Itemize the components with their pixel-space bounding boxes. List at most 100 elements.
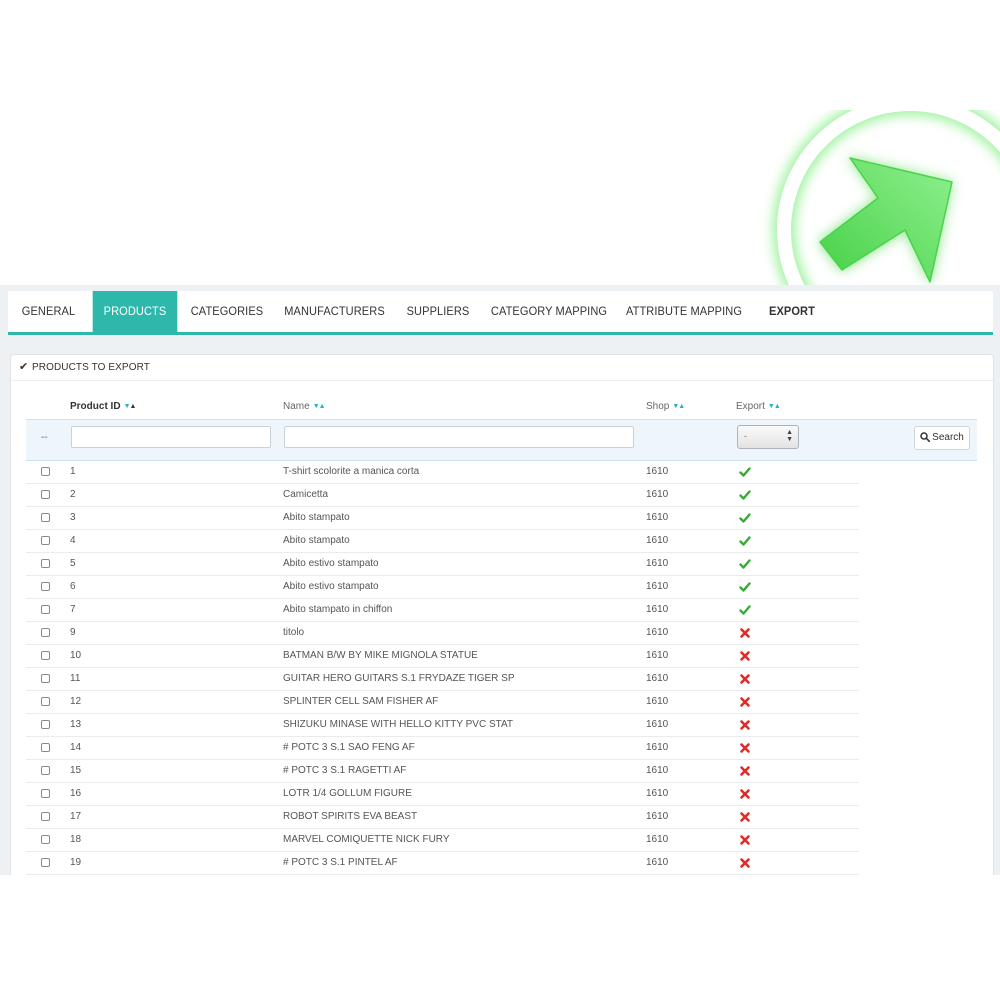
- col-header-product-id[interactable]: Product ID ▼▲: [70, 401, 137, 412]
- green-check-icon[interactable]: [739, 558, 751, 570]
- cell-product-id: 12: [70, 696, 82, 707]
- sort-arrows-icon[interactable]: ▼▲: [672, 403, 685, 410]
- row-checkbox[interactable]: [41, 674, 50, 683]
- red-cross-icon[interactable]: [739, 765, 751, 777]
- tab-categories[interactable]: CATEGORIES: [185, 291, 270, 332]
- row-checkbox[interactable]: [41, 720, 50, 729]
- red-cross-icon[interactable]: [739, 696, 751, 708]
- red-cross-icon[interactable]: [739, 742, 751, 754]
- row-checkbox[interactable]: [41, 513, 50, 522]
- col-header-export[interactable]: Export ▼▲: [736, 401, 781, 412]
- row-checkbox[interactable]: [41, 835, 50, 844]
- cell-shop: 1610: [646, 581, 669, 592]
- table-row[interactable]: 1 T-shirt scolorite a manica corta 1610: [26, 461, 859, 484]
- product-id-filter-input[interactable]: [71, 426, 271, 448]
- table-row[interactable]: 18 MARVEL COMIQUETTE NICK FURY 1610: [26, 829, 859, 852]
- row-checkbox[interactable]: [41, 766, 50, 775]
- row-checkbox[interactable]: [41, 490, 50, 499]
- cell-product-id: 10: [70, 650, 82, 661]
- table-row[interactable]: 16 LOTR 1/4 GOLLUM FIGURE 1610: [26, 783, 859, 806]
- cell-product-id: 9: [70, 627, 76, 638]
- green-check-icon[interactable]: [739, 466, 751, 478]
- row-checkbox[interactable]: [41, 628, 50, 637]
- green-check-icon[interactable]: [739, 512, 751, 524]
- table-row[interactable]: 3 Abito stampato 1610: [26, 507, 859, 530]
- col-header-name[interactable]: Name ▼▲: [283, 401, 326, 412]
- cell-shop: 1610: [646, 788, 669, 799]
- name-filter-input[interactable]: [284, 426, 634, 448]
- green-check-icon[interactable]: [739, 604, 751, 616]
- panel-title: PRODUCTS TO EXPORT: [32, 362, 150, 373]
- row-checkbox[interactable]: [41, 605, 50, 614]
- red-cross-icon[interactable]: [739, 811, 751, 823]
- row-checkbox[interactable]: [41, 467, 50, 476]
- table-row[interactable]: 7 Abito stampato in chiffon 1610: [26, 599, 859, 622]
- table-row[interactable]: 12 SPLINTER CELL SAM FISHER AF 1610: [26, 691, 859, 714]
- red-cross-icon[interactable]: [739, 788, 751, 800]
- table-row[interactable]: 13 SHIZUKU MINASE WITH HELLO KITTY PVC ST…: [26, 714, 859, 737]
- cell-shop: 1610: [646, 535, 669, 546]
- tab-suppliers[interactable]: SUPPLIERS: [399, 291, 476, 332]
- green-check-icon[interactable]: [739, 535, 751, 547]
- row-checkbox[interactable]: [41, 789, 50, 798]
- row-checkbox[interactable]: [41, 536, 50, 545]
- sort-arrows-icon[interactable]: ▼▲: [124, 403, 137, 410]
- magnifier-icon: [920, 432, 931, 443]
- cell-name: Camicetta: [283, 489, 329, 500]
- row-checkbox[interactable]: [41, 812, 50, 821]
- table-row[interactable]: 14 # POTC 3 S.1 SAO FENG AF 1610: [26, 737, 859, 760]
- cell-shop: 1610: [646, 604, 669, 615]
- sort-arrows-icon[interactable]: ▼▲: [768, 403, 781, 410]
- red-cross-icon[interactable]: [739, 834, 751, 846]
- row-checkbox[interactable]: [41, 559, 50, 568]
- green-check-icon[interactable]: [739, 581, 751, 593]
- green-check-icon[interactable]: [739, 489, 751, 501]
- export-filter-select[interactable]: - ▲ ▼: [737, 425, 799, 449]
- filter-dash: --: [41, 432, 48, 443]
- tab-general[interactable]: GENERAL: [11, 291, 86, 332]
- tab-category-mapping[interactable]: CATEGORY MAPPING: [486, 291, 613, 332]
- red-cross-icon[interactable]: [739, 719, 751, 731]
- cell-name: # POTC 3 S.1 PINTEL AF: [283, 857, 398, 868]
- admin-panel: GENERAL PRODUCTS CATEGORIES MANUFACTURER…: [0, 285, 1000, 875]
- cell-shop: 1610: [646, 650, 669, 661]
- sort-arrows-icon[interactable]: ▼▲: [313, 403, 326, 410]
- cell-name: SHIZUKU MINASE WITH HELLO KITTY PVC STAT: [283, 719, 514, 730]
- tab-export[interactable]: EXPORT: [753, 291, 830, 332]
- row-checkbox[interactable]: [41, 858, 50, 867]
- cell-product-id: 5: [70, 558, 76, 569]
- table-row[interactable]: 9 titolo 1610: [26, 622, 859, 645]
- table-row[interactable]: 15 # POTC 3 S.1 RAGETTI AF 1610: [26, 760, 859, 783]
- red-cross-icon[interactable]: [739, 857, 751, 869]
- row-checkbox[interactable]: [41, 743, 50, 752]
- cell-product-id: 15: [70, 765, 82, 776]
- tab-products[interactable]: PRODUCTS: [92, 291, 178, 332]
- table-row[interactable]: 4 Abito stampato 1610: [26, 530, 859, 553]
- red-cross-icon[interactable]: [739, 650, 751, 662]
- cell-name: # POTC 3 S.1 RAGETTI AF: [283, 765, 407, 776]
- col-header-label: Name: [283, 401, 310, 412]
- table-row[interactable]: 6 Abito estivo stampato 1610: [26, 576, 859, 599]
- cell-name: # POTC 3 S.1 SAO FENG AF: [283, 742, 415, 753]
- cell-shop: 1610: [646, 811, 669, 822]
- col-header-shop[interactable]: Shop ▼▲: [646, 401, 685, 412]
- table-row[interactable]: 10 BATMAN B/W BY MIKE MIGNOLA STATUE 1610: [26, 645, 859, 668]
- cell-name: Abito stampato in chiffon: [283, 604, 393, 615]
- tab-attribute-mapping[interactable]: ATTRIBUTE MAPPING: [623, 291, 744, 332]
- search-button[interactable]: Search: [914, 426, 970, 450]
- cell-name: MARVEL COMIQUETTE NICK FURY: [283, 834, 450, 845]
- table-row[interactable]: 11 GUITAR HERO GUITARS S.1 FRYDAZE TIGER …: [26, 668, 859, 691]
- table-row[interactable]: 17 ROBOT SPIRITS EVA BEAST 1610: [26, 806, 859, 829]
- table-row[interactable]: 19 # POTC 3 S.1 PINTEL AF 1610: [26, 852, 859, 875]
- table-row[interactable]: 5 Abito estivo stampato 1610: [26, 553, 859, 576]
- filter-row: -- - ▲ ▼ Search: [26, 419, 977, 461]
- cell-shop: 1610: [646, 719, 669, 730]
- row-checkbox[interactable]: [41, 651, 50, 660]
- table-row[interactable]: 2 Camicetta 1610: [26, 484, 859, 507]
- search-button-label: Search: [932, 432, 964, 443]
- tab-manufacturers[interactable]: MANUFACTURERS: [278, 291, 391, 332]
- red-cross-icon[interactable]: [739, 673, 751, 685]
- row-checkbox[interactable]: [41, 582, 50, 591]
- row-checkbox[interactable]: [41, 697, 50, 706]
- red-cross-icon[interactable]: [739, 627, 751, 639]
